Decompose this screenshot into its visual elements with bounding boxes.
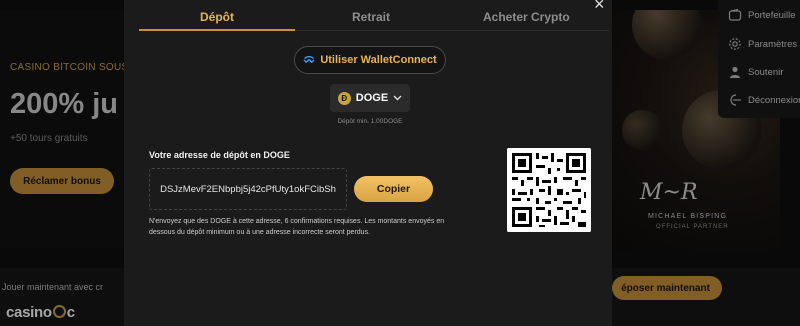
- currency-label: DOGE: [355, 92, 389, 104]
- close-icon[interactable]: ×: [594, 0, 605, 14]
- walletconnect-button[interactable]: Utiliser WalletConnect: [294, 46, 446, 74]
- currency-select[interactable]: Ð DOGE: [330, 84, 410, 112]
- tab-deposit[interactable]: Dépôt: [200, 10, 234, 24]
- deposit-address-value: DSJzMevF2ENbpbj5j42cPfUty1okFCibSh: [160, 183, 336, 195]
- deposit-address-field[interactable]: DSJzMevF2ENbpbj5j42cPfUty1okFCibSh: [149, 168, 347, 210]
- walletconnect-label: Utiliser WalletConnect: [320, 54, 437, 66]
- modal-tabs: Dépôt Retrait Acheter Crypto: [139, 0, 609, 31]
- walletconnect-icon: [303, 56, 315, 64]
- deposit-address-label: Votre adresse de dépôt en DOGE: [149, 150, 290, 160]
- deposit-modal: Dépôt Retrait Acheter Crypto × Utiliser …: [124, 0, 612, 326]
- copy-button[interactable]: Copier: [354, 176, 433, 202]
- chevron-down-icon: [393, 95, 402, 101]
- deposit-notice: N'envoyez que des DOGE à cette adresse, …: [149, 218, 445, 236]
- doge-icon: Ð: [337, 91, 351, 105]
- tab-buy-crypto[interactable]: Acheter Crypto: [483, 10, 570, 24]
- tab-withdraw[interactable]: Retrait: [352, 10, 390, 24]
- qr-code-image: [507, 148, 591, 232]
- active-tab-indicator: [139, 29, 295, 31]
- tab-divider: [295, 30, 609, 31]
- min-deposit-text: Dépôt min. 1.00DOGE: [337, 118, 403, 125]
